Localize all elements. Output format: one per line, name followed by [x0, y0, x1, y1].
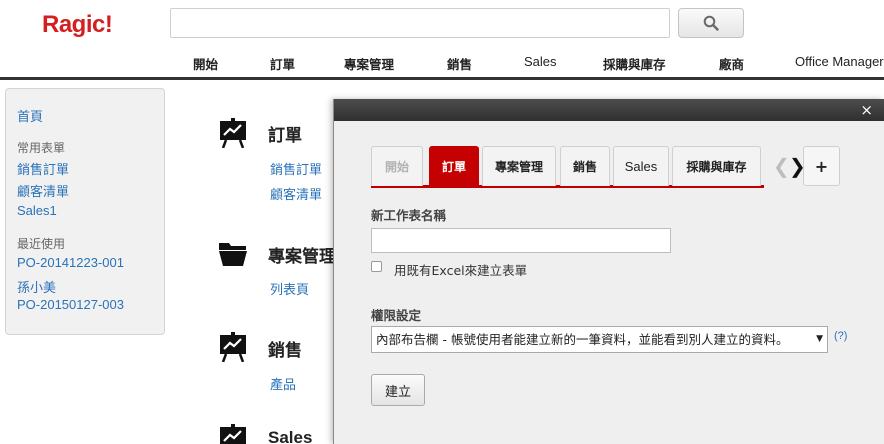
top-header: Ragic! 開始 訂單 專案管理 銷售 Sales 採購與庫存 廠商 Offi… — [0, 0, 884, 80]
permission-select[interactable]: 內部布告欄 - 帳號使用者能建立新的一筆資料，並能看到別人建立的資料。 ▼ — [371, 326, 828, 353]
search-input[interactable] — [170, 8, 670, 38]
sidebar-recent-item[interactable]: PO-20141223-001 — [17, 255, 124, 270]
nav-item-project[interactable]: 專案管理 — [344, 54, 394, 73]
section-title-sales-zh[interactable]: 銷售 — [268, 336, 302, 361]
sidebar-home-link[interactable]: 首頁 — [17, 106, 43, 125]
sidebar-recent-heading: 最近使用 — [17, 237, 66, 251]
sidebar-recent-item[interactable]: 孫小美 — [17, 277, 56, 296]
nav-item-orders[interactable]: 訂單 — [270, 54, 295, 73]
excel-checkbox-label[interactable]: 用既有Excel來建立表單 — [394, 260, 527, 279]
presentation-chart-icon — [220, 424, 246, 444]
tab-project[interactable]: 專案管理 — [482, 146, 556, 186]
main-nav: 開始 訂單 專案管理 銷售 Sales 採購與庫存 廠商 Office Mana… — [0, 54, 884, 72]
section-link[interactable]: 產品 — [270, 374, 296, 393]
nav-item-start[interactable]: 開始 — [193, 54, 218, 73]
sheet-name-input[interactable] — [371, 228, 671, 253]
tab-start[interactable]: 開始 — [371, 146, 423, 186]
permission-select-value: 內部布告欄 - 帳號使用者能建立新的一筆資料，並能看到別人建立的資料。 — [376, 332, 789, 347]
nav-item-sales[interactable]: Sales — [524, 54, 557, 69]
sidebar-frequent-item[interactable]: 銷售訂單 — [17, 159, 69, 178]
section-link[interactable]: 銷售訂單 — [270, 159, 322, 178]
create-button[interactable]: 建立 — [371, 374, 425, 406]
tab-sales[interactable]: Sales — [613, 146, 669, 186]
nav-item-vendor[interactable]: 廠商 — [719, 54, 744, 73]
close-icon[interactable]: × — [860, 101, 873, 119]
section-link[interactable]: 列表頁 — [270, 279, 309, 298]
tab-bar: 開始 訂單 專案管理 銷售 Sales 採購與庫存 — [371, 146, 764, 188]
section-title-orders[interactable]: 訂單 — [268, 121, 302, 146]
sidebar-frequent-item[interactable]: Sales1 — [17, 203, 57, 218]
dialog-titlebar[interactable]: × — [334, 99, 884, 121]
new-sheet-dialog: × 開始 訂單 專案管理 銷售 Sales 採購與庫存 ❮ ❯ + 新工作表名稱… — [333, 99, 884, 444]
presentation-chart-icon — [220, 332, 246, 362]
nav-item-office-manager[interactable]: Office Manager — [795, 54, 884, 69]
section-title-project[interactable]: 專案管理 — [268, 242, 336, 267]
permission-label: 權限設定 — [371, 308, 422, 323]
chevron-left-icon[interactable]: ❮ — [773, 154, 790, 178]
left-sidebar: 首頁 常用表單 銷售訂單 顧客清單 Sales1 最近使用 PO-2014122… — [5, 88, 165, 335]
search-icon — [703, 15, 719, 31]
add-tab-button[interactable]: + — [803, 146, 840, 186]
ragic-logo[interactable]: Ragic! — [42, 11, 113, 39]
app-root: Ragic! 開始 訂單 專案管理 銷售 Sales 採購與庫存 廠商 Offi… — [0, 0, 884, 444]
tab-orders[interactable]: 訂單 — [429, 146, 479, 186]
sheet-name-label: 新工作表名稱 — [371, 208, 447, 223]
dialog-body: 開始 訂單 專案管理 銷售 Sales 採購與庫存 ❮ ❯ + 新工作表名稱 用… — [334, 121, 884, 444]
search-button[interactable] — [678, 8, 744, 38]
help-link[interactable]: (?) — [834, 330, 847, 342]
sidebar-frequent-item[interactable]: 顧客清單 — [17, 181, 69, 200]
section-title-sales[interactable]: Sales — [268, 428, 312, 444]
folder-open-icon — [219, 243, 247, 266]
section-link[interactable]: 顧客清單 — [270, 184, 322, 203]
presentation-chart-icon — [220, 118, 246, 148]
sidebar-frequent-heading: 常用表單 — [17, 141, 66, 155]
sidebar-recent-item[interactable]: PO-20150127-003 — [17, 297, 124, 312]
nav-item-purchase[interactable]: 採購與庫存 — [603, 54, 666, 73]
excel-checkbox[interactable] — [371, 261, 382, 272]
tab-purchase[interactable]: 採購與庫存 — [672, 146, 761, 186]
tab-sales-zh[interactable]: 銷售 — [560, 146, 610, 186]
caret-down-icon: ▼ — [816, 334, 823, 344]
nav-item-sales-zh[interactable]: 銷售 — [447, 54, 472, 73]
